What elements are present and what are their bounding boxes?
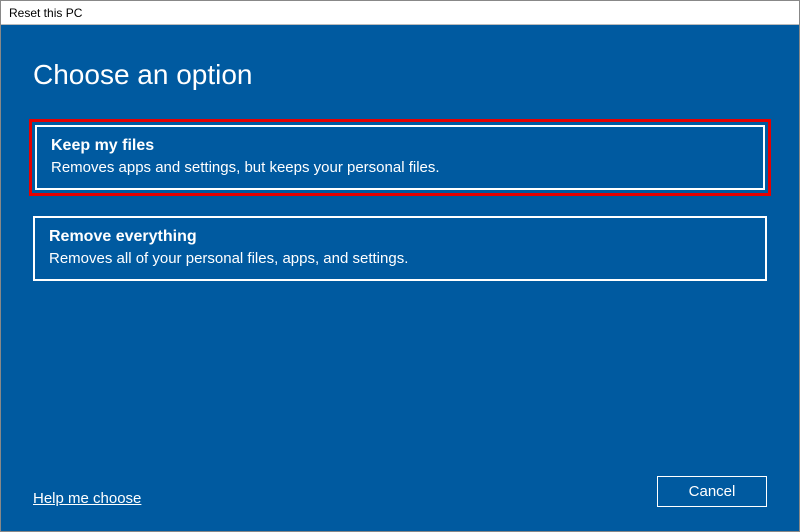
option-title: Keep my files bbox=[51, 137, 749, 155]
help-me-choose-link[interactable]: Help me choose bbox=[33, 490, 141, 507]
option-remove-everything[interactable]: Remove everything Removes all of your pe… bbox=[33, 216, 767, 281]
cancel-button[interactable]: Cancel bbox=[657, 476, 767, 507]
window-title: Reset this PC bbox=[9, 6, 82, 20]
titlebar: Reset this PC bbox=[1, 1, 799, 25]
footer: Help me choose Cancel bbox=[33, 476, 767, 507]
option-keep-my-files[interactable]: Keep my files Removes apps and settings,… bbox=[35, 125, 765, 190]
option-title: Remove everything bbox=[49, 228, 751, 246]
option-description: Removes all of your personal files, apps… bbox=[49, 250, 751, 267]
reset-pc-window: Reset this PC Choose an option Keep my f… bbox=[0, 0, 800, 532]
option-description: Removes apps and settings, but keeps you… bbox=[51, 159, 749, 176]
option-highlight-box: Keep my files Removes apps and settings,… bbox=[29, 119, 771, 196]
options-list: Keep my files Removes apps and settings,… bbox=[33, 119, 767, 281]
content-area: Choose an option Keep my files Removes a… bbox=[1, 25, 799, 531]
page-heading: Choose an option bbox=[33, 59, 767, 91]
